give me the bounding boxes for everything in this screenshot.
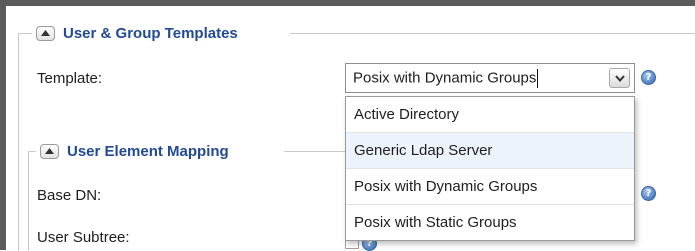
window-frame-left bbox=[0, 0, 6, 250]
help-icon[interactable]: ? bbox=[641, 70, 656, 85]
section-title: User Element Mapping bbox=[67, 142, 229, 160]
fieldset-border bbox=[284, 151, 346, 152]
fieldset-border bbox=[28, 151, 29, 250]
option-posix-static-groups[interactable]: Posix with Static Groups bbox=[346, 205, 634, 241]
fieldset-border bbox=[290, 33, 695, 34]
text-caret bbox=[537, 68, 539, 88]
template-select-value: Posix with Dynamic Groups bbox=[353, 68, 539, 88]
window-frame-top bbox=[0, 0, 695, 6]
collapse-up-icon[interactable] bbox=[40, 143, 59, 159]
section-title: User & Group Templates bbox=[63, 24, 238, 42]
option-generic-ldap-server[interactable]: Generic Ldap Server bbox=[346, 133, 634, 169]
option-active-directory[interactable]: Active Directory bbox=[346, 97, 634, 133]
base-dn-label: Base DN: bbox=[37, 187, 102, 204]
fieldset-border bbox=[18, 33, 32, 34]
option-posix-dynamic-groups[interactable]: Posix with Dynamic Groups bbox=[346, 169, 634, 205]
template-label: Template: bbox=[37, 70, 103, 87]
help-icon[interactable]: ? bbox=[641, 186, 656, 201]
template-dropdown-list[interactable]: Active Directory Generic Ldap Server Pos… bbox=[345, 96, 635, 241]
section-header-user-group-templates: User & Group Templates bbox=[32, 21, 244, 45]
collapse-up-icon[interactable] bbox=[36, 25, 55, 41]
fieldset-border bbox=[28, 151, 36, 152]
chevron-down-icon[interactable] bbox=[609, 68, 630, 88]
fieldset-border bbox=[18, 33, 19, 250]
section-header-user-element-mapping: User Element Mapping bbox=[36, 139, 235, 163]
template-select[interactable]: Posix with Dynamic Groups bbox=[345, 63, 635, 93]
user-subtree-label: User Subtree: bbox=[37, 229, 130, 246]
